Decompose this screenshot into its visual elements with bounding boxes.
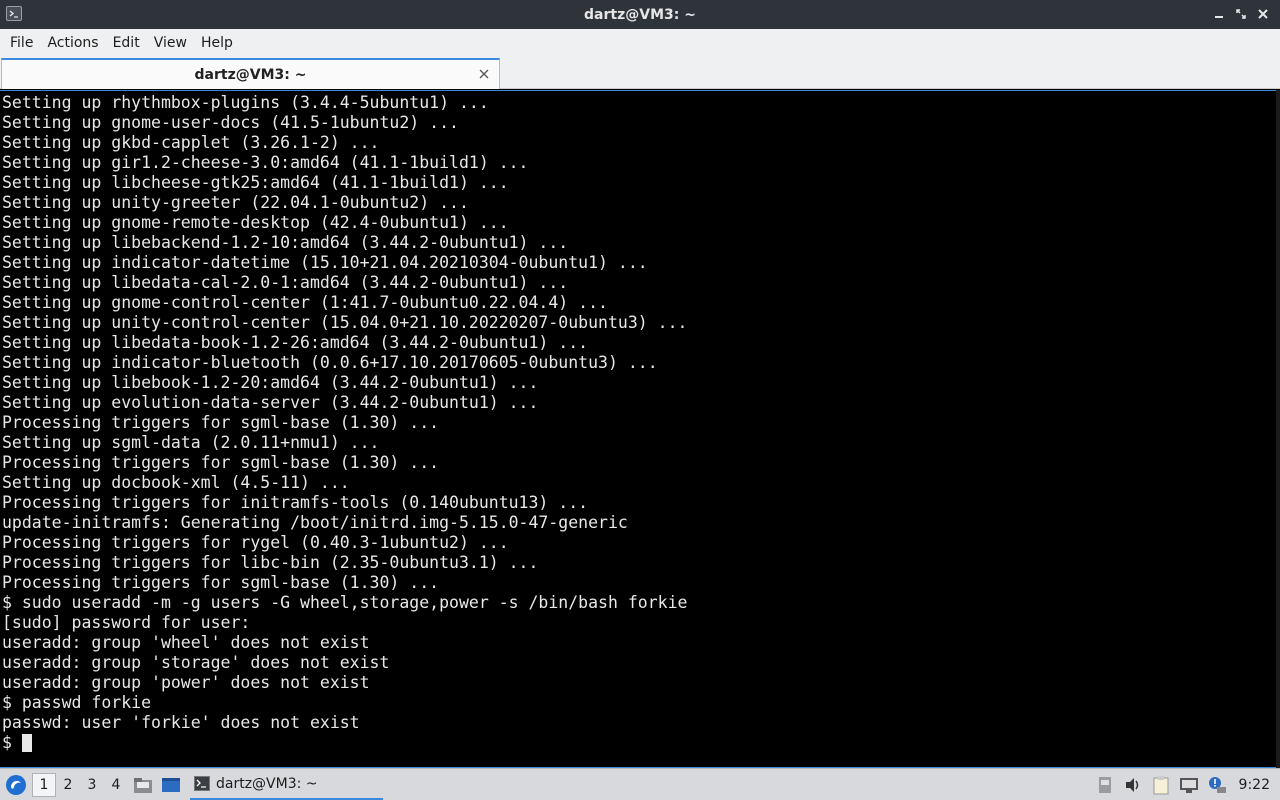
clipboard-icon[interactable] — [1149, 773, 1173, 797]
terminal-scrollbar[interactable] — [1276, 90, 1280, 768]
tab-terminal[interactable]: dartz@VM3: ~ — [1, 58, 500, 89]
terminal-line: Setting up libedata-book-1.2-26:amd64 (3… — [2, 333, 589, 352]
terminal-lines: Setting up rhythmbox-plugins (3.4.4-5ubu… — [2, 93, 1279, 733]
terminal-line: Setting up rhythmbox-plugins (3.4.4-5ubu… — [2, 93, 489, 112]
tab-strip: dartz@VM3: ~ — [0, 57, 1280, 89]
terminal-line: Setting up gnome-user-docs (41.5-1ubuntu… — [2, 113, 459, 132]
window-controls — [1212, 6, 1270, 22]
show-desktop-icon[interactable] — [158, 772, 184, 798]
terminal-line: Processing triggers for sgml-base (1.30)… — [2, 453, 440, 472]
terminal-line: $ passwd forkie — [2, 693, 152, 712]
terminal-line: Setting up sgml-data (2.0.11+nmu1) ... — [2, 433, 380, 452]
menu-file[interactable]: File — [3, 31, 40, 55]
terminal-icon — [194, 776, 210, 791]
terminal-line: passwd: user 'forkie' does not exist — [2, 713, 360, 732]
terminal-line: Setting up evolution-data-server (3.44.2… — [2, 393, 539, 412]
window-title: dartz@VM3: ~ — [584, 6, 696, 23]
terminal-line: Setting up gnome-control-center (1:41.7-… — [2, 293, 608, 312]
file-manager-icon[interactable] — [130, 772, 156, 798]
menu-edit[interactable]: Edit — [106, 31, 147, 55]
workspace-3[interactable]: 3 — [80, 773, 104, 797]
terminal-line: Setting up gnome-remote-desktop (42.4-0u… — [2, 213, 509, 232]
terminal-line: [sudo] password for user: — [2, 613, 251, 632]
start-menu-button[interactable] — [0, 769, 32, 800]
terminal-line: Setting up unity-greeter (22.04.1-0ubunt… — [2, 193, 469, 212]
terminal-line: useradd: group 'storage' does not exist — [2, 653, 390, 672]
terminal-output[interactable]: Setting up rhythmbox-plugins (3.4.4-5ubu… — [0, 90, 1280, 768]
close-button[interactable] — [1256, 6, 1270, 22]
terminal-line: Setting up libebackend-1.2-10:amd64 (3.4… — [2, 233, 569, 252]
minimize-button[interactable] — [1212, 6, 1226, 22]
terminal-line: Setting up libebook-1.2-20:amd64 (3.44.2… — [2, 373, 539, 392]
terminal-line: Setting up indicator-bluetooth (0.0.6+17… — [2, 353, 658, 372]
terminal-line: Setting up docbook-xml (4.5-11) ... — [2, 473, 350, 492]
taskbar: 1 2 3 4 dartz@VM3: ~ 9:22 — [0, 768, 1280, 800]
tab-label: dartz@VM3: ~ — [194, 66, 307, 83]
menu-help[interactable]: Help — [194, 31, 240, 55]
terminal-line: Processing triggers for initramfs-tools … — [2, 493, 589, 512]
workspace-4[interactable]: 4 — [104, 773, 128, 797]
workspace-2[interactable]: 2 — [56, 773, 80, 797]
lubuntu-logo-icon — [6, 774, 26, 795]
terminal-icon[interactable] — [6, 6, 22, 21]
terminal-line: useradd: group 'wheel' does not exist — [2, 633, 370, 652]
taskbar-terminal-label: dartz@VM3: ~ — [216, 775, 318, 792]
menu-view[interactable]: View — [147, 31, 194, 55]
terminal-line: $ sudo useradd -m -g users -G wheel,stor… — [2, 593, 688, 612]
terminal-line: update-initramfs: Generating /boot/initr… — [2, 513, 628, 532]
update-notification-icon[interactable] — [1205, 773, 1229, 797]
terminal-line: useradd: group 'power' does not exist — [2, 673, 370, 692]
taskbar-terminal-button[interactable]: dartz@VM3: ~ — [190, 770, 383, 800]
terminal-line: Processing triggers for sgml-base (1.30)… — [2, 573, 440, 592]
removable-media-icon[interactable] — [1093, 773, 1117, 797]
workspace-1[interactable]: 1 — [32, 772, 56, 797]
window-titlebar: dartz@VM3: ~ — [0, 0, 1280, 29]
system-tray: 9:22 — [1093, 773, 1280, 797]
terminal-line: Setting up gir1.2-cheese-3.0:amd64 (41.1… — [2, 153, 529, 172]
terminal-line: Processing triggers for rygel (0.40.3-1u… — [2, 533, 509, 552]
menubar: File Actions Edit View Help — [0, 29, 1280, 57]
terminal-line: Setting up libcheese-gtk25:amd64 (41.1-1… — [2, 173, 509, 192]
prompt: $ — [2, 733, 22, 752]
menu-actions[interactable]: Actions — [40, 31, 105, 55]
terminal-line: Setting up gkbd-capplet (3.26.1-2) ... — [2, 133, 380, 152]
terminal-line: Setting up unity-control-center (15.04.0… — [2, 313, 688, 332]
terminal-line: Processing triggers for libc-bin (2.35-0… — [2, 553, 539, 572]
maximize-button[interactable] — [1234, 6, 1248, 22]
network-icon[interactable] — [1177, 773, 1201, 797]
volume-icon[interactable] — [1121, 773, 1145, 797]
text-cursor — [21, 734, 32, 752]
terminal-line: Setting up indicator-datetime (15.10+21.… — [2, 253, 648, 272]
tab-close-icon[interactable] — [477, 67, 491, 81]
prompt-line: $ — [2, 733, 1279, 753]
clock[interactable]: 9:22 — [1239, 777, 1270, 793]
terminal-line: Setting up libedata-cal-2.0-1:amd64 (3.4… — [2, 273, 569, 292]
terminal-line: Processing triggers for sgml-base (1.30)… — [2, 413, 440, 432]
